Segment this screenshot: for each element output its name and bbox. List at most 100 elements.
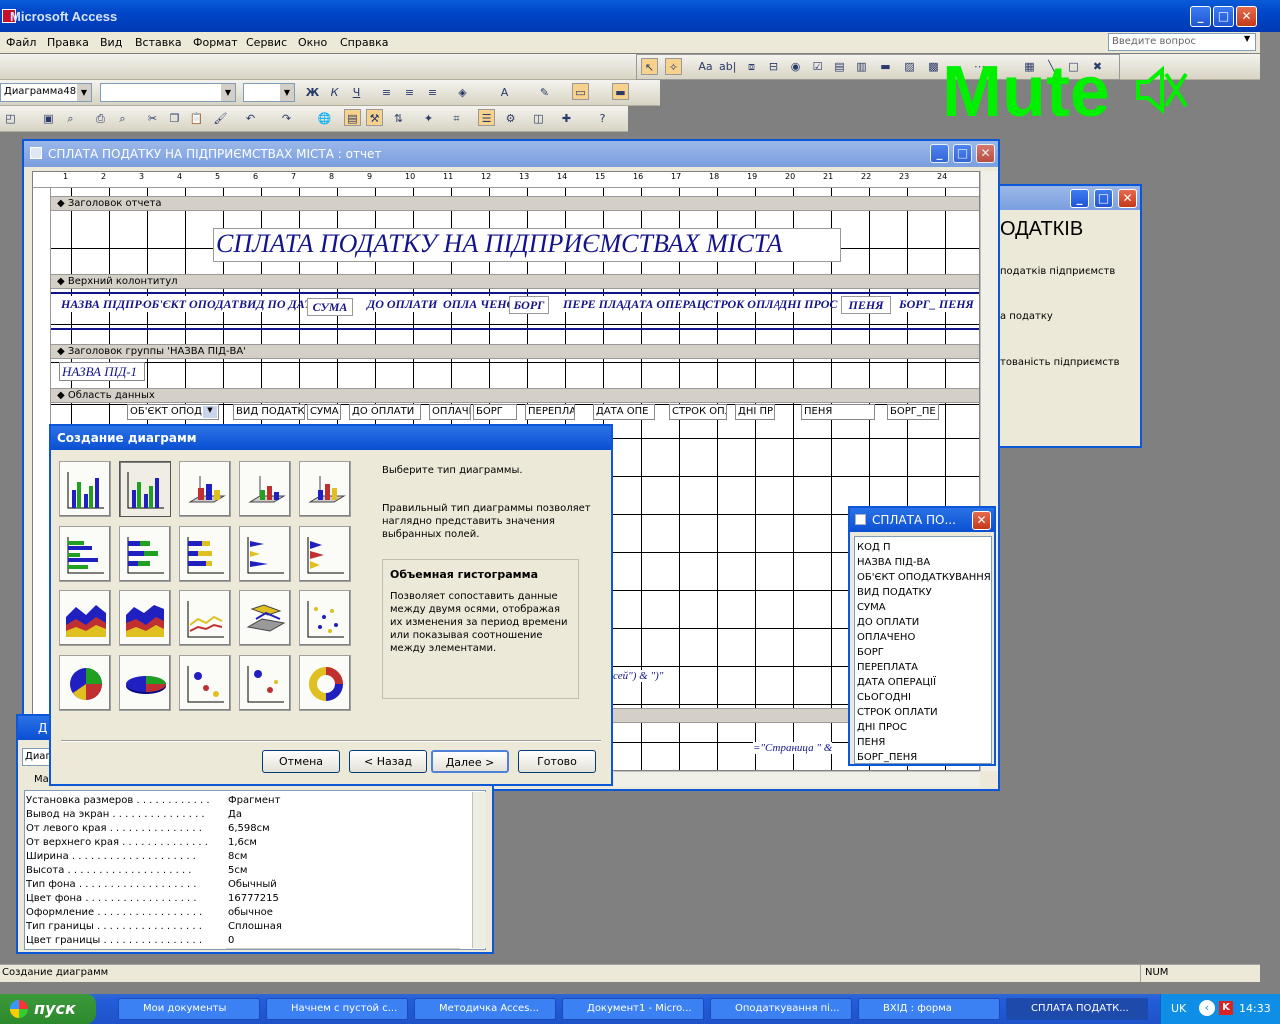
print-icon[interactable]: ⎙ xyxy=(92,110,109,127)
properties-icon[interactable]: ☰ xyxy=(478,109,495,126)
field-list-icon[interactable]: ▤ xyxy=(344,109,361,126)
format-painter-icon[interactable]: 🖌 xyxy=(212,110,229,127)
detail-field[interactable]: ДНІ ПР xyxy=(735,404,775,420)
detail-field[interactable]: ПЕНЯ xyxy=(801,404,875,420)
cancel-button[interactable]: Отмена xyxy=(262,750,340,773)
back-button[interactable]: < Назад xyxy=(349,750,427,773)
sorting-icon[interactable]: ⇅ xyxy=(390,110,407,127)
save-icon[interactable]: ▣ xyxy=(40,110,57,127)
fill-color-icon[interactable]: ◈ xyxy=(454,84,471,101)
label-icon[interactable]: Aa xyxy=(697,58,714,75)
column-header-label[interactable]: ПЕНЯ xyxy=(841,296,891,314)
radio-icon[interactable]: ◉ xyxy=(787,58,804,75)
column-header-label[interactable]: ДНІ ПРОС xyxy=(779,296,837,312)
property-row[interactable]: Ширина . . . . . . . . . . . . . . . . .… xyxy=(26,850,476,865)
chart-type-3d-area[interactable] xyxy=(119,590,171,646)
column-header-label[interactable]: ВИД ПО ДАТКУ xyxy=(239,296,328,312)
field-list-close-button[interactable]: ✕ xyxy=(972,511,991,530)
chart-type-bubble[interactable] xyxy=(179,655,231,711)
property-row[interactable]: От верхнего края . . . . . . . . . . . .… xyxy=(26,836,476,851)
object-combo[interactable]: Диаграмма48 ▼ xyxy=(0,83,92,102)
list-item[interactable]: НАЗВА ПІД-ВА xyxy=(857,555,989,570)
detail-field[interactable]: ВИД ПОДАТК xyxy=(233,404,305,420)
image-icon[interactable]: ▨ xyxy=(901,58,918,75)
italic-icon[interactable]: К xyxy=(326,84,343,101)
toolbox-icon[interactable]: ⚒ xyxy=(366,109,383,126)
list-item[interactable]: СУМА xyxy=(857,600,989,615)
next-button[interactable]: Далее > xyxy=(431,750,509,773)
database-window-icon[interactable]: ◫ xyxy=(530,110,547,127)
band-report-header[interactable]: ◆ Заголовок отчета xyxy=(51,196,979,211)
taskbar-item[interactable]: Методичка Acces... xyxy=(414,998,556,1020)
chevron-down-icon[interactable]: ▼ xyxy=(1244,34,1250,43)
menu-format[interactable]: Формат xyxy=(193,36,238,49)
hyperlink-icon[interactable]: 🌐 xyxy=(316,110,333,127)
redo-icon[interactable]: ↷ xyxy=(278,110,295,127)
listbox-icon[interactable]: ▥ xyxy=(853,58,870,75)
list-item[interactable]: ДНІ ПРОС xyxy=(857,720,989,735)
list-item[interactable]: ПЕНЯ xyxy=(857,735,989,750)
bg-line[interactable]: тованість підприємств xyxy=(1000,357,1120,368)
unbound-frame-icon[interactable]: ▩ xyxy=(925,58,942,75)
footer-expression[interactable]: сей") & ")" xyxy=(613,670,664,682)
close-button[interactable]: ✕ xyxy=(1236,6,1257,27)
help-icon[interactable]: ? xyxy=(594,110,611,127)
bg-maximize-button[interactable]: □ xyxy=(1094,189,1113,208)
column-header-label[interactable]: БОРГ xyxy=(509,296,549,314)
menu-edit[interactable]: Правка xyxy=(47,36,89,49)
taskbar-item[interactable]: Начнем с пустой с... xyxy=(266,998,408,1020)
property-row[interactable]: Цвет фона . . . . . . . . . . . . . . . … xyxy=(26,892,476,907)
column-header-label[interactable]: ОБ'ЄКТ ОПОДАТКУВ xyxy=(143,296,263,312)
detail-field[interactable]: ДО ОПЛАТИ xyxy=(349,404,421,420)
list-item[interactable]: БОРГ xyxy=(857,645,989,660)
align-left-icon[interactable]: ≡ xyxy=(378,84,395,101)
control-wizards-icon[interactable]: ✧ xyxy=(665,58,682,75)
chart-type-pie[interactable] xyxy=(59,655,111,711)
property-row[interactable]: Вывод на экран . . . . . . . . . . . . .… xyxy=(26,808,476,823)
group-field-textbox[interactable]: НАЗВА ПІД-1 xyxy=(59,362,145,381)
chart-type-line[interactable] xyxy=(179,590,231,646)
special-effect-icon[interactable]: ▬ xyxy=(612,83,629,100)
chart-type-3d-column[interactable] xyxy=(119,461,171,517)
arrow-left-icon[interactable]: ‹ xyxy=(1199,1000,1215,1016)
font-color-icon[interactable]: A xyxy=(496,84,513,101)
chart-type-3d-stacked[interactable] xyxy=(239,461,291,517)
report-title-label[interactable]: СПЛАТА ПОДАТКУ НА ПІДПРИЄМСТВАХ МІСТА xyxy=(213,228,841,262)
report-horizontal-scrollbar[interactable] xyxy=(614,771,980,787)
combobox-icon[interactable]: ▤ xyxy=(831,58,848,75)
column-header-label[interactable]: ДАТА ОПЕРАЦІЇ xyxy=(623,296,715,312)
align-center-icon[interactable]: ≡ xyxy=(401,84,418,101)
textbox-icon[interactable]: ab| xyxy=(719,58,736,75)
list-item[interactable]: СЬОГОДНІ xyxy=(857,690,989,705)
column-header-label[interactable]: ДО ОПЛАТИ xyxy=(367,296,437,312)
chart-type-scatter[interactable] xyxy=(299,590,351,646)
column-header-label[interactable]: ПЕРЕ ПЛАТА xyxy=(563,296,638,312)
detail-field[interactable]: БОРГ xyxy=(473,404,517,420)
finish-button[interactable]: Готово xyxy=(518,750,596,773)
undo-icon[interactable]: ↶ xyxy=(242,110,259,127)
taskbar-item[interactable]: ВХІД : форма xyxy=(858,998,1000,1020)
background-form-window[interactable]: _ □ ✕ ОДАТКІВ податків підприємств а под… xyxy=(982,184,1142,448)
list-item[interactable]: ОБ'ЄКТ ОПОДАТКУВАННЯ xyxy=(857,570,991,585)
option-group-icon[interactable]: ⧈ xyxy=(743,58,760,75)
checkbox-icon[interactable]: ☑ xyxy=(809,58,826,75)
chart-type-stock[interactable] xyxy=(239,655,291,711)
band-group-header[interactable]: ◆ Заголовок группы 'НАЗВА ПІД-ВА' xyxy=(51,344,979,359)
paste-icon[interactable]: 📋 xyxy=(188,110,205,127)
list-item[interactable]: ОПЛАЧЕНО xyxy=(857,630,989,645)
property-row[interactable]: От левого края . . . . . . . . . . . . .… xyxy=(26,822,476,837)
menu-tools[interactable]: Сервис xyxy=(246,36,287,49)
maximize-button[interactable]: □ xyxy=(1213,6,1234,27)
line-color-icon[interactable]: ✎ xyxy=(536,84,553,101)
properties-scrollbar[interactable] xyxy=(472,792,486,948)
build-icon[interactable]: ⚙ xyxy=(502,110,519,127)
list-item[interactable]: ДАТА ОПЕРАЦІЇ xyxy=(857,675,989,690)
view-icon[interactable]: ◰ xyxy=(2,110,19,127)
bg-line[interactable]: а податку xyxy=(1000,311,1053,322)
column-header-label[interactable]: СТРОК ОПЛАТ xyxy=(705,296,788,312)
property-row[interactable]: Тип фона . . . . . . . . . . . . . . . .… xyxy=(26,878,476,893)
toggle-icon[interactable]: ⊟ xyxy=(765,58,782,75)
font-size-combo[interactable]: ▼ xyxy=(243,83,295,102)
print-preview-icon[interactable]: ⌕ xyxy=(114,110,131,127)
report-close-button[interactable]: ✕ xyxy=(976,144,995,163)
